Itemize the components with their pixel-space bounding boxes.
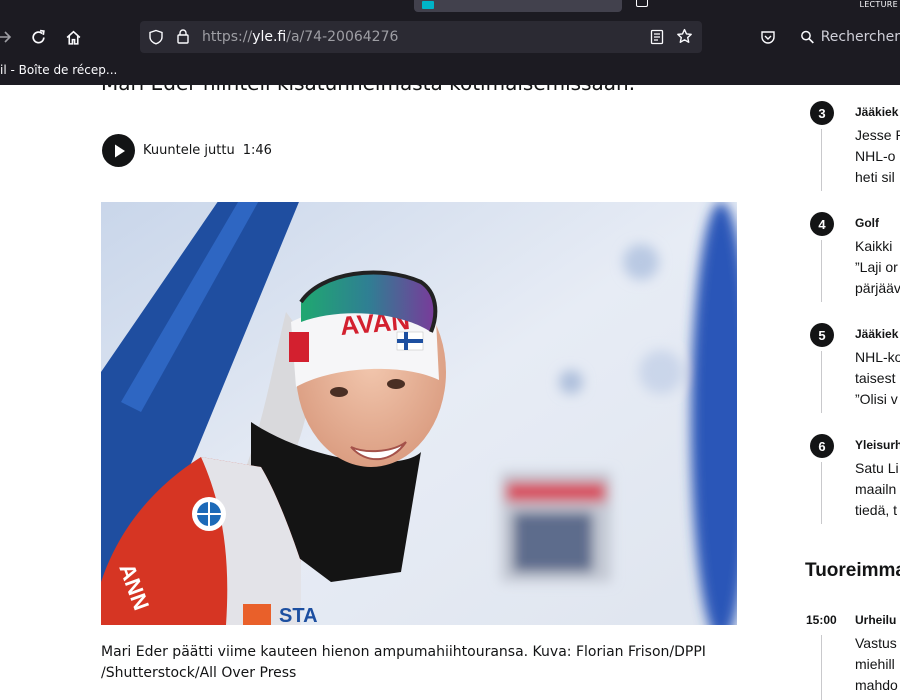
- item-category: Jääkiek: [855, 327, 899, 341]
- timeline-line: [821, 462, 822, 524]
- item-line: Satu Li: [855, 460, 899, 476]
- item-time: 15:00: [806, 613, 837, 627]
- reader-label: LECTURE: [859, 0, 898, 9]
- lock-icon[interactable]: [176, 28, 190, 45]
- item-category: Golf: [855, 216, 879, 230]
- arrow-right-icon: [0, 31, 12, 43]
- rank-badge: 6: [810, 434, 834, 458]
- navigation-bar: https://yle.fi/a/74-20064276 Rechercher: [0, 16, 900, 58]
- timeline-line: [821, 635, 822, 700]
- photo-caption: Mari Eder päätti viime kauteen hienon am…: [101, 642, 737, 684]
- url-scheme: https://: [202, 29, 253, 45]
- pocket-button[interactable]: [757, 26, 779, 48]
- item-line: maailn: [855, 481, 897, 497]
- url-text[interactable]: https://yle.fi/a/74-20064276: [202, 29, 398, 45]
- pocket-icon: [761, 31, 775, 44]
- home-button[interactable]: [62, 26, 84, 48]
- item-line: mahdo: [855, 677, 898, 693]
- bookmark-mail[interactable]: il - Boîte de récep...: [0, 63, 117, 77]
- search-icon: [801, 30, 814, 44]
- search-box[interactable]: Rechercher: [790, 21, 900, 53]
- item-line: NHL-ko: [855, 349, 900, 365]
- rank-badge: 4: [810, 212, 834, 236]
- home-icon: [66, 30, 80, 45]
- shield-icon[interactable]: [148, 29, 164, 45]
- item-category: Yleisurh: [855, 438, 900, 452]
- rank-badge: 5: [810, 323, 834, 347]
- bookmark-star-icon[interactable]: [676, 28, 693, 45]
- item-line: Kaikki: [855, 238, 893, 254]
- timeline-line: [821, 240, 822, 302]
- yle-favicon-icon: [422, 1, 434, 9]
- item-line: miehill: [855, 656, 895, 672]
- tab-icon[interactable]: [636, 0, 648, 7]
- play-icon[interactable]: [102, 134, 135, 167]
- caption-line-1: Mari Eder päätti viime kauteen hienon am…: [101, 644, 706, 660]
- page-content: Mari Eder hiihteli kisatunnelmasta kotim…: [0, 85, 900, 700]
- rank-badge: 3: [810, 101, 834, 125]
- url-host: yle.fi: [252, 29, 287, 45]
- listen-duration: 1:46: [242, 143, 272, 158]
- article-lead: Mari Eder hiihteli kisatunnelmasta kotim…: [101, 85, 635, 95]
- item-line: Vastus: [855, 635, 897, 651]
- search-placeholder: Rechercher: [820, 29, 900, 45]
- item-line: taisest: [855, 370, 896, 386]
- bookmarks-toolbar: il - Boîte de récep...: [0, 58, 900, 85]
- article-photo: AVAN ANN STA: [101, 202, 737, 625]
- timeline-line: [821, 129, 822, 191]
- item-category: Urheilu: [855, 613, 897, 627]
- caption-line-2: /Shutterstock/All Over Press: [101, 665, 297, 681]
- item-category: Jääkiek: [855, 105, 899, 119]
- item-line: Jesse P: [855, 127, 900, 143]
- item-line: heti sil: [855, 169, 895, 185]
- listen-label: Kuuntele juttu: [143, 143, 235, 158]
- reload-button[interactable]: [27, 26, 49, 48]
- latest-heading: Tuoreimma: [805, 560, 900, 581]
- reload-icon: [31, 29, 45, 43]
- item-line: ”Olisi v: [855, 391, 898, 407]
- reader-view-icon[interactable]: [650, 29, 664, 45]
- item-line: tiedä, t: [855, 502, 898, 518]
- listen-button[interactable]: Kuuntele juttu 1:46: [102, 134, 272, 167]
- url-bar[interactable]: https://yle.fi/a/74-20064276: [140, 21, 702, 53]
- forward-button[interactable]: [0, 26, 16, 48]
- url-path: /a/74-20064276: [286, 29, 399, 45]
- browser-chrome: LECTURE https://yle.fi/a/74-20064276 Rec…: [0, 0, 900, 85]
- item-line: ”Laji or: [855, 259, 898, 275]
- active-tab[interactable]: [414, 0, 622, 12]
- item-line: pärjääv: [855, 280, 900, 296]
- tab-strip: LECTURE: [0, 0, 900, 16]
- item-line: NHL-o: [855, 148, 896, 164]
- svg-text:STA: STA: [279, 605, 318, 625]
- timeline-line: [821, 351, 822, 413]
